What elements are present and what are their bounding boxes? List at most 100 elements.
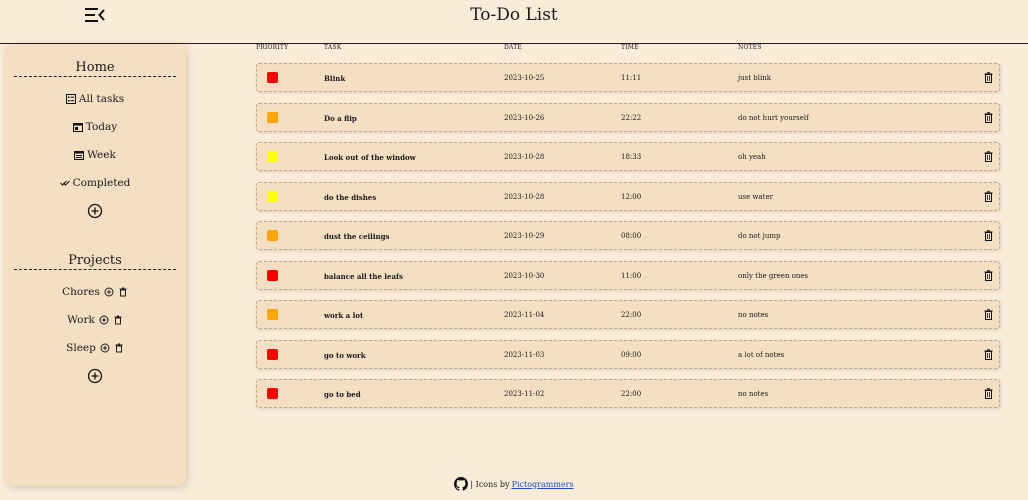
priority-indicator[interactable] — [267, 348, 278, 360]
task-date: 2023-10-28 — [504, 192, 545, 201]
task-row[interactable]: dust the ceilings 2023-10-29 08:00 do not j… — [256, 221, 1000, 250]
column-header-priority: PRIORITY — [256, 44, 289, 51]
task-notes: no notes — [738, 311, 769, 319]
home-nav: All tasks Today Week Completed — [4, 85, 186, 197]
header: To-Do List — [0, 0, 1028, 44]
trash-icon[interactable] — [984, 230, 993, 241]
trash-icon[interactable] — [984, 348, 993, 360]
task-notes: oh yeah — [738, 153, 766, 161]
priority-indicator[interactable] — [267, 388, 278, 399]
task-time: 11:11 — [621, 74, 642, 82]
task-row[interactable]: go to work 2023-11-03 09:00 a lot of notes — [256, 339, 1000, 369]
task-row[interactable]: Look out of the window 2023-10-28 18:33 oh … — [256, 142, 1000, 171]
double-check-icon — [59, 180, 70, 186]
task-time: 18:33 — [621, 153, 642, 161]
pictogrammers-link[interactable]: Pictogrammers — [512, 480, 574, 489]
home-section-title: Home — [14, 60, 176, 77]
priority-indicator[interactable] — [267, 111, 278, 123]
add-project-button[interactable] — [4, 362, 186, 390]
task-name: Blink — [324, 74, 346, 83]
table-header: PRIORITY TASK DATE TIME NOTES — [0, 43, 1028, 55]
priority-indicator[interactable] — [267, 190, 278, 202]
list-icon — [65, 94, 76, 104]
task-time: 22:00 — [621, 311, 642, 319]
sidebar-item-label: Week — [87, 149, 116, 161]
task-row[interactable]: Do a flip 2023-10-26 22:22 do not hurt your… — [256, 102, 1000, 132]
task-row[interactable]: do the dishes 2023-10-28 12:00 use water — [256, 181, 1000, 211]
page-title: To-Do List — [470, 5, 558, 25]
priority-indicator[interactable] — [267, 309, 278, 320]
trash-icon[interactable] — [118, 287, 128, 297]
github-icon[interactable] — [454, 477, 469, 491]
task-notes: use water — [738, 192, 773, 201]
task-notes: do not jump — [738, 232, 781, 240]
priority-indicator[interactable] — [267, 151, 278, 162]
sidebar-item-all-tasks[interactable]: All tasks — [4, 85, 186, 113]
projects-nav: Chores Work Sleep — [4, 278, 186, 362]
task-name: go to bed — [324, 390, 361, 399]
trash-icon[interactable] — [984, 190, 993, 202]
priority-indicator[interactable] — [267, 269, 278, 281]
task-notes: only the green ones — [738, 271, 809, 280]
trash-icon[interactable] — [984, 309, 993, 320]
footer-credit-text: | Icons by — [470, 479, 510, 489]
trash-icon[interactable] — [984, 269, 993, 281]
column-header-time: TIME — [621, 44, 639, 51]
plus-circle-icon — [87, 368, 103, 384]
calendar-week-icon — [74, 151, 85, 160]
sidebar-item-sleep[interactable]: Sleep — [4, 334, 186, 362]
task-row[interactable]: Blink 2023-10-25 11:11 just blink — [256, 63, 1000, 92]
sidebar-item-completed[interactable]: Completed — [4, 169, 186, 197]
sidebar-item-week[interactable]: Week — [4, 141, 186, 169]
calendar-day-icon — [72, 123, 83, 132]
trash-icon[interactable] — [984, 151, 993, 162]
project-label: Sleep — [66, 342, 96, 354]
task-date: 2023-10-30 — [504, 271, 545, 280]
task-notes: no notes — [738, 390, 769, 398]
task-date: 2023-10-26 — [504, 113, 545, 122]
task-time: 12:00 — [621, 192, 642, 201]
trash-icon[interactable] — [984, 388, 993, 399]
sidebar-item-label: Today — [85, 121, 118, 133]
trash-icon[interactable] — [984, 111, 993, 123]
column-header-notes: NOTES — [738, 44, 762, 51]
add-to-project-icon[interactable] — [104, 287, 114, 297]
task-name: go to work — [324, 350, 366, 360]
task-row[interactable]: work a lot 2023-11-04 22:00 no notes — [256, 300, 1000, 329]
task-time: 11:00 — [621, 271, 642, 280]
task-date: 2023-11-02 — [504, 390, 545, 398]
project-label: Chores — [62, 286, 100, 298]
task-time: 22:22 — [621, 113, 642, 122]
trash-icon[interactable] — [984, 72, 993, 83]
trash-icon[interactable] — [114, 343, 124, 353]
column-header-date: DATE — [504, 44, 522, 51]
add-to-project-icon[interactable] — [100, 343, 110, 353]
task-name: Do a flip — [324, 113, 357, 123]
task-date: 2023-11-04 — [504, 311, 545, 319]
footer: | Icons by Pictogrammers — [0, 477, 1028, 491]
task-notes: do not hurt yourself — [738, 113, 809, 122]
task-date: 2023-10-29 — [504, 232, 545, 240]
sidebar-item-work[interactable]: Work — [4, 306, 186, 334]
projects-section-title: Projects — [14, 253, 176, 270]
sidebar: Home All tasks Today Week Completed Proj… — [4, 44, 186, 486]
add-to-project-icon[interactable] — [99, 315, 109, 325]
task-date: 2023-10-25 — [504, 74, 545, 82]
task-name: do the dishes — [324, 192, 377, 202]
trash-icon[interactable] — [113, 315, 123, 325]
task-name: Look out of the window — [324, 153, 416, 162]
plus-circle-icon — [87, 203, 103, 219]
sidebar-item-chores[interactable]: Chores — [4, 278, 186, 306]
task-name: work a lot — [324, 311, 364, 320]
sidebar-item-today[interactable]: Today — [4, 113, 186, 141]
priority-indicator[interactable] — [267, 72, 278, 83]
task-row[interactable]: balance all the leafs 2023-10-30 11:00 only… — [256, 260, 1000, 290]
priority-indicator[interactable] — [267, 230, 278, 241]
task-row[interactable]: go to bed 2023-11-02 22:00 no notes — [256, 379, 1000, 408]
task-time: 09:00 — [621, 350, 642, 359]
add-task-button[interactable] — [4, 197, 186, 225]
task-date: 2023-11-03 — [504, 350, 545, 359]
task-name: balance all the leafs — [324, 271, 403, 281]
task-time: 22:00 — [621, 390, 642, 398]
task-time: 08:00 — [621, 232, 642, 240]
